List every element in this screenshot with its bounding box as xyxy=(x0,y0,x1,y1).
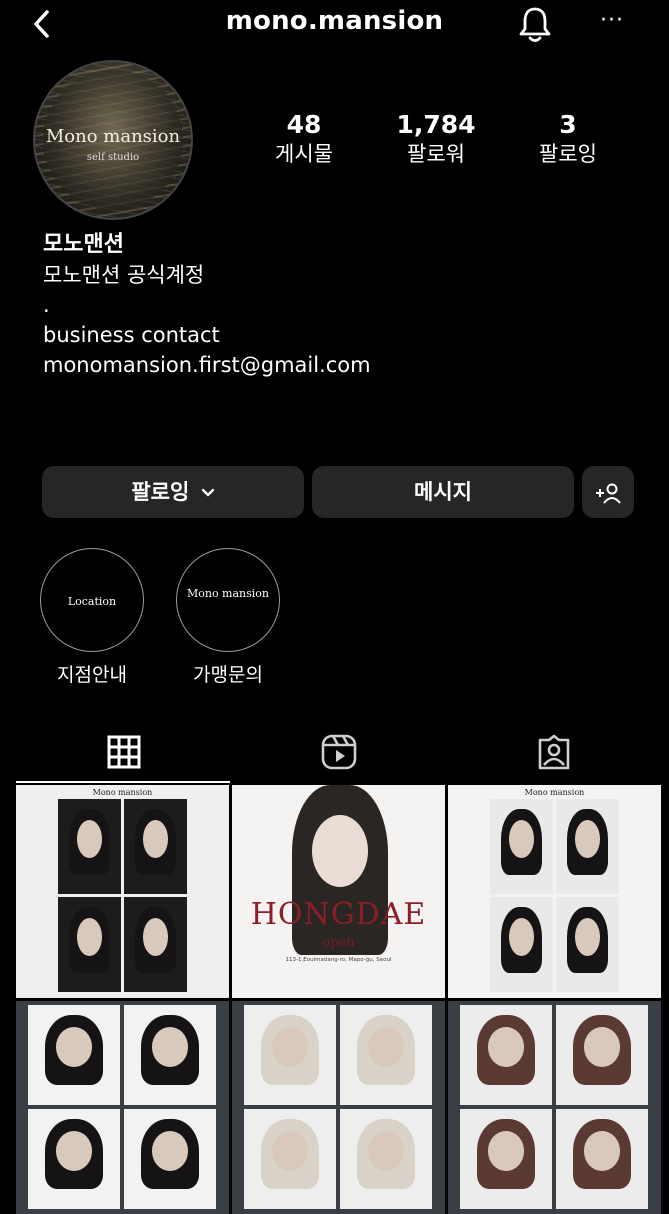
profile-name: 모노맨션 xyxy=(43,232,124,257)
avatar-brand-text: Mono mansion xyxy=(45,126,181,147)
followers-count[interactable]: 1,784 팔로워 xyxy=(376,110,496,168)
profile-tabs xyxy=(0,722,669,784)
tab-tagged[interactable] xyxy=(446,722,661,782)
posts-count-label: 게시물 xyxy=(275,142,333,166)
message-button[interactable]: 메시지 xyxy=(312,466,574,518)
page-title: mono.mansion xyxy=(225,6,444,36)
post-open-text: open xyxy=(322,935,355,950)
photo xyxy=(340,1005,432,1105)
tab-posts-grid[interactable] xyxy=(16,722,231,782)
photo xyxy=(244,1005,336,1105)
photo xyxy=(124,1109,216,1209)
following-button-label: 팔로잉 xyxy=(131,480,190,504)
active-tab-indicator xyxy=(16,781,230,783)
bio-email[interactable]: monomansion.first@gmail.com xyxy=(43,350,371,380)
post-thumbnail[interactable] xyxy=(448,1001,661,1214)
post-thumbnail[interactable] xyxy=(232,1001,445,1214)
reels-icon xyxy=(321,734,356,770)
avatar[interactable]: Mono mansion self studio xyxy=(33,60,193,220)
chevron-down-icon xyxy=(201,488,214,497)
profile-bio: 모노맨션 모노맨션 공식계정 . business contact monoma… xyxy=(43,230,371,380)
photo xyxy=(28,1005,120,1105)
posts-count-value: 48 xyxy=(286,110,322,139)
photo xyxy=(124,897,187,992)
highlight-franchise[interactable]: Mono mansion 가맹문의 xyxy=(175,548,281,687)
photo xyxy=(244,1109,336,1209)
photo xyxy=(556,799,619,894)
photo xyxy=(460,1005,552,1105)
message-button-label: 메시지 xyxy=(414,480,472,504)
post-label: Mono mansion xyxy=(524,788,585,797)
highlight-caption: 지점안내 xyxy=(57,664,127,686)
photo xyxy=(58,799,121,894)
following-count-label: 팔로잉 xyxy=(539,142,597,166)
highlight-cover-text: Mono mansion xyxy=(186,587,270,600)
bio-line: . xyxy=(43,293,50,317)
more-options-icon[interactable]: ··· xyxy=(600,10,628,36)
photo xyxy=(460,1109,552,1209)
photo xyxy=(490,799,553,894)
tab-reels[interactable] xyxy=(231,722,446,782)
post-address-text: 113-1,Eoulmadang-ro, Mapo-gu, Seoul xyxy=(285,957,392,963)
bell-icon[interactable] xyxy=(515,4,555,44)
photo xyxy=(490,897,553,992)
post-label: Mono mansion xyxy=(92,788,153,797)
top-bar: mono.mansion ··· xyxy=(0,0,669,50)
avatar-sub-text: self studio xyxy=(86,152,140,163)
post-thumbnail[interactable]: Mono mansion xyxy=(16,785,229,998)
following-button[interactable]: 팔로잉 xyxy=(42,466,304,518)
photo xyxy=(124,1005,216,1105)
add-person-button[interactable] xyxy=(582,466,634,518)
photo xyxy=(556,1005,648,1105)
highlight-cover: Location xyxy=(40,548,144,652)
following-count[interactable]: 3 팔로잉 xyxy=(508,110,628,168)
photo xyxy=(556,897,619,992)
post-thumbnail[interactable] xyxy=(16,1001,229,1214)
bio-line: 모노맨션 공식계정 xyxy=(43,263,205,287)
post-thumbnail[interactable]: Mono mansion xyxy=(448,785,661,998)
highlight-caption: 가맹문의 xyxy=(193,664,263,686)
post-thumbnail[interactable]: HONGDAE open 113-1,Eoulmadang-ro, Mapo-g… xyxy=(232,785,445,998)
tagged-icon xyxy=(538,734,569,770)
followers-count-label: 팔로워 xyxy=(407,142,465,166)
followers-count-value: 1,784 xyxy=(396,110,476,139)
bio-line: business contact xyxy=(43,323,220,347)
photo xyxy=(58,897,121,992)
highlight-location[interactable]: Location 지점안내 xyxy=(39,548,145,687)
photo xyxy=(28,1109,120,1209)
highlight-cover: Mono mansion xyxy=(176,548,280,652)
photo xyxy=(556,1109,648,1209)
posts-count[interactable]: 48 게시물 xyxy=(244,110,364,168)
add-person-icon xyxy=(596,483,621,504)
following-count-value: 3 xyxy=(559,110,577,139)
post-title-text: HONGDAE xyxy=(250,897,427,932)
grid-icon xyxy=(107,735,140,769)
highlight-cover-text: Location xyxy=(67,595,117,608)
photo xyxy=(340,1109,432,1209)
photo xyxy=(124,799,187,894)
photo-face xyxy=(312,815,368,887)
